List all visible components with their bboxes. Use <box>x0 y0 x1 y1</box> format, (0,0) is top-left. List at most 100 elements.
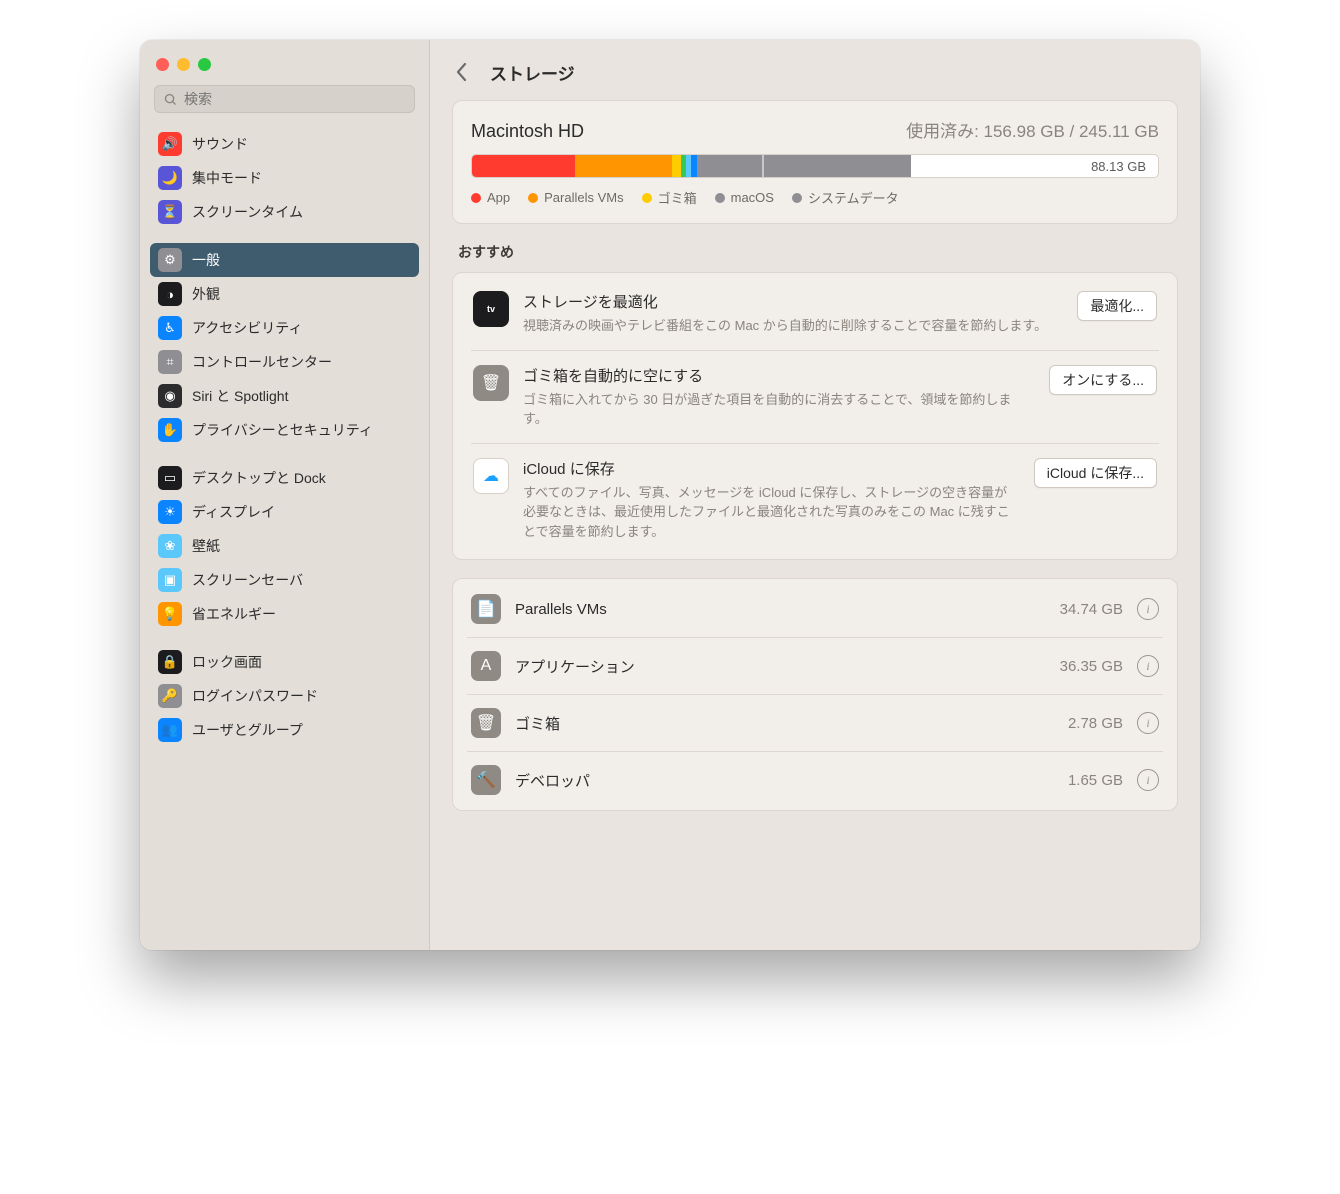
recommendation-button[interactable]: オンにする... <box>1049 365 1157 395</box>
recommendation-title: ゴミ箱を自動的に空にする <box>523 365 1035 386</box>
disk-name: Macintosh HD <box>471 121 584 142</box>
legend-item: システムデータ <box>792 188 899 207</box>
legend-swatch <box>792 193 802 203</box>
sidebar-item-icon: ✋ <box>158 418 182 442</box>
sidebar-item-icon: ❀ <box>158 534 182 558</box>
recommendations-heading: おすすめ <box>458 242 1178 262</box>
back-button[interactable] <box>448 58 476 86</box>
sidebar-item-icon: ▣ <box>158 568 182 592</box>
fullscreen-window-button[interactable] <box>198 58 211 71</box>
sidebar-item-icon: ♿︎ <box>158 316 182 340</box>
sidebar-item-label: 集中モード <box>192 168 262 188</box>
category-size: 1.65 GB <box>1068 772 1123 789</box>
category-size: 34.74 GB <box>1060 601 1123 618</box>
minimize-window-button[interactable] <box>177 58 190 71</box>
recommendation-button[interactable]: iCloud に保存... <box>1034 458 1157 488</box>
legend-item: App <box>471 188 510 207</box>
sidebar-item-icon: 💡 <box>158 602 182 626</box>
sidebar-item[interactable]: ⚙一般 <box>150 243 419 277</box>
recommendation-icon: tv <box>473 291 509 327</box>
sidebar-item-label: Siri と Spotlight <box>192 386 288 406</box>
search-field[interactable] <box>154 85 415 113</box>
sidebar-item-label: スクリーンタイム <box>192 202 303 222</box>
sidebar-item[interactable]: ♿︎アクセシビリティ <box>150 311 419 345</box>
sidebar-item[interactable]: ⏳スクリーンタイム <box>150 195 419 229</box>
sidebar-item[interactable]: ✋ プライバシーとセキュリティ <box>150 413 419 447</box>
legend-label: システムデータ <box>808 188 899 207</box>
info-button[interactable]: i <box>1137 655 1159 677</box>
legend-swatch <box>715 193 725 203</box>
category-row[interactable]: 📄Parallels VMs34.74 GBi <box>467 581 1163 637</box>
sidebar-item-label: 省エネルギー <box>192 604 276 624</box>
sidebar-item-icon: 👥 <box>158 718 182 742</box>
sidebar-item-label: ユーザとグループ <box>192 720 303 740</box>
sidebar-item[interactable]: 🔑 ログインパスワード <box>150 679 419 713</box>
recommendation-icon: ☁ <box>473 458 509 494</box>
recommendation-row: ☁iCloud に保存すべてのファイル、写真、メッセージを iCloud に保存… <box>471 443 1159 556</box>
legend-item: Parallels VMs <box>528 188 623 207</box>
category-name: アプリケーション <box>515 656 1046 677</box>
search-icon <box>163 92 178 107</box>
chevron-left-icon <box>455 62 469 82</box>
categories-panel: 📄Parallels VMs34.74 GBiAアプリケーション36.35 GB… <box>452 578 1178 811</box>
header: ストレージ <box>430 40 1200 100</box>
sidebar-item[interactable]: 🔒ロック画面 <box>150 645 419 679</box>
sidebar-item[interactable]: 👥 ユーザとグループ <box>150 713 419 747</box>
sidebar-item-icon: 🔑 <box>158 684 182 708</box>
sidebar-item[interactable]: ◑ 外観 <box>150 277 419 311</box>
window-controls <box>150 52 419 85</box>
info-button[interactable]: i <box>1137 769 1159 791</box>
info-button[interactable]: i <box>1137 598 1159 620</box>
sidebar-item-label: コントロールセンター <box>192 352 332 372</box>
sidebar-item-icon: ◉ <box>158 384 182 408</box>
recommendation-body: ストレージを最適化視聴済みの映画やテレビ番組をこの Mac から自動的に削除する… <box>523 291 1063 336</box>
category-size: 36.35 GB <box>1060 658 1123 675</box>
sidebar-item[interactable]: ▭ デスクトップと Dock <box>150 461 419 495</box>
sidebar-item-label: プライバシーとセキュリティ <box>192 420 373 440</box>
recommendation-desc: ゴミ箱に入れてから 30 日が過ぎた項目を自動的に消去することで、領域を節約しま… <box>523 390 1035 429</box>
legend-swatch <box>528 193 538 203</box>
storage-segment <box>672 155 680 177</box>
sidebar-item-icon: ◑ <box>158 282 182 306</box>
sidebar-item[interactable]: 💡 省エネルギー <box>150 597 419 631</box>
disk-panel: Macintosh HD 使用済み: 156.98 GB / 245.11 GB… <box>452 100 1178 224</box>
storage-bar: 88.13 GB <box>471 154 1159 178</box>
settings-window: 🔊サウンド🌙集中モード⏳スクリーンタイム ⚙一般 ◑ 外観 ♿︎アクセシビリティ ⌗ コント… <box>140 40 1200 950</box>
search-input[interactable] <box>184 91 406 107</box>
recommendation-button[interactable]: 最適化... <box>1077 291 1157 321</box>
content-area: ストレージ Macintosh HD 使用済み: 156.98 GB / 245… <box>430 40 1200 950</box>
category-row[interactable]: Aアプリケーション36.35 GBi <box>467 637 1163 694</box>
sidebar-item-label: ディスプレイ <box>192 502 275 522</box>
category-row[interactable]: 🔨デベロッパ1.65 GBi <box>467 751 1163 808</box>
sidebar-item[interactable]: ⌗ コントロールセンター <box>150 345 419 379</box>
storage-segment <box>764 155 911 177</box>
category-name: ゴミ箱 <box>515 713 1054 734</box>
info-button[interactable]: i <box>1137 712 1159 734</box>
sidebar-item[interactable]: ◉ Siri と Spotlight <box>150 379 419 413</box>
legend-swatch <box>471 193 481 203</box>
close-window-button[interactable] <box>156 58 169 71</box>
sidebar-item[interactable]: ▣ スクリーンセーバ <box>150 563 419 597</box>
legend-label: ゴミ箱 <box>658 188 697 207</box>
sidebar-item[interactable]: 🌙集中モード <box>150 161 419 195</box>
sidebar-item-label: 外観 <box>192 284 220 304</box>
legend-item: ゴミ箱 <box>642 188 697 207</box>
sidebar-item-label: 壁紙 <box>192 536 220 556</box>
legend-item: macOS <box>715 188 774 207</box>
legend-label: macOS <box>731 190 774 205</box>
sidebar-item-label: デスクトップと Dock <box>192 468 326 488</box>
storage-segment <box>575 155 672 177</box>
category-size: 2.78 GB <box>1068 715 1123 732</box>
legend-swatch <box>642 193 652 203</box>
storage-segment <box>472 155 575 177</box>
free-space-label: 88.13 GB <box>1091 155 1146 177</box>
sidebar-item[interactable]: ❀ 壁紙 <box>150 529 419 563</box>
sidebar-item[interactable]: ☀ディスプレイ <box>150 495 419 529</box>
sidebar-item[interactable]: 🔊サウンド <box>150 127 419 161</box>
category-row[interactable]: 🗑ゴミ箱2.78 GBi <box>467 694 1163 751</box>
sidebar-item-icon: ⌗ <box>158 350 182 374</box>
sidebar-item-label: 一般 <box>192 250 220 270</box>
sidebar-item-label: スクリーンセーバ <box>192 570 303 590</box>
sidebar-item-icon: ▭ <box>158 466 182 490</box>
sidebar-item-label: ログインパスワード <box>192 686 318 706</box>
